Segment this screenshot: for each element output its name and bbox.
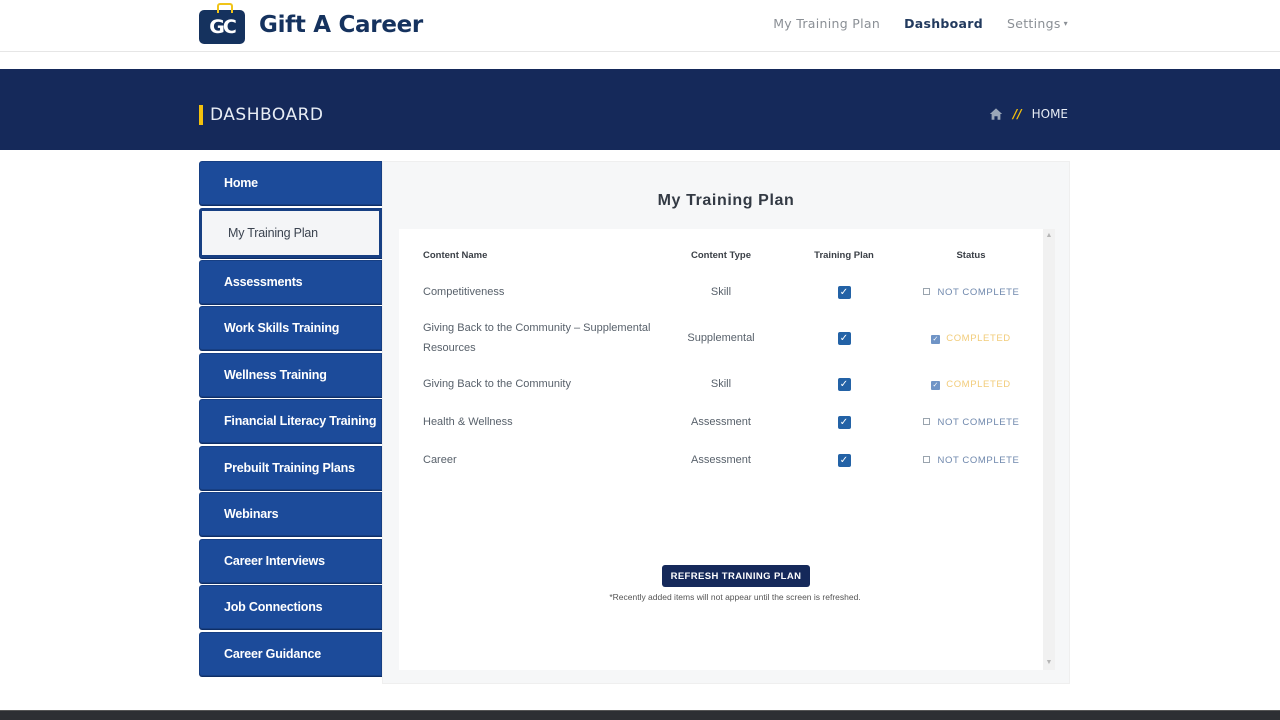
status-text: COMPLETED xyxy=(946,378,1011,390)
status-cell: NOT COMPLETE xyxy=(919,273,1023,311)
status-text: NOT COMPLETE xyxy=(937,454,1020,466)
content-name[interactable]: Giving Back to the Community xyxy=(423,365,673,403)
sidebar-item-wellness-training[interactable]: Wellness Training xyxy=(199,352,382,397)
table-row: Giving Back to the Community Skill ✓ ✓ CO… xyxy=(423,365,1023,403)
sidebar-item-assessments[interactable]: Assessments xyxy=(199,259,382,304)
main-nav: My Training Plan Dashboard Settings ▾ xyxy=(773,16,1068,31)
table-scrollbar[interactable]: ▲ ▼ xyxy=(1043,229,1055,670)
column-header-status[interactable]: Status xyxy=(919,237,1023,273)
training-plan-table: Content Name Content Type Training Plan … xyxy=(423,237,1023,479)
sidebar-item-my-training-plan[interactable]: My Training Plan xyxy=(199,207,382,258)
panel-title: My Training Plan xyxy=(657,192,795,209)
status-cell: NOT COMPLETE xyxy=(919,403,1023,441)
training-plan-checkbox[interactable]: ✓ xyxy=(837,415,851,429)
content-type: Assessment xyxy=(691,454,751,466)
training-plan-cell: ✓ xyxy=(769,273,919,311)
training-plan-cell: ✓ xyxy=(769,311,919,365)
sidebar-menu: Home My Training Plan Assessments Work S… xyxy=(199,161,382,678)
training-plan-checkbox[interactable]: ✓ xyxy=(837,285,851,299)
status-badge: NOT COMPLETE xyxy=(922,416,1020,428)
status-cell: ✓ COMPLETED xyxy=(919,311,1023,365)
brand-name: Gift A Career xyxy=(259,12,423,38)
status-cell: NOT COMPLETE xyxy=(919,441,1023,479)
sidebar-item-work-skills-training[interactable]: Work Skills Training xyxy=(199,306,382,350)
content-type: Supplemental xyxy=(687,332,755,344)
table-row: Health & Wellness Assessment ✓ NOT COMPL… xyxy=(423,403,1023,441)
sidebar-item-career-interviews[interactable]: Career Interviews xyxy=(199,538,382,583)
status-badge: ✓ COMPLETED xyxy=(931,333,1011,344)
unchecked-box-icon xyxy=(922,417,930,425)
sidebar-item-home[interactable]: Home xyxy=(199,161,382,205)
nav-settings[interactable]: Settings ▾ xyxy=(1007,16,1068,31)
table-header-row: Content Name Content Type Training Plan … xyxy=(423,237,1023,273)
training-plan-cell: ✓ xyxy=(769,365,919,403)
training-plan-cell: ✓ xyxy=(769,441,919,479)
sidebar-item-job-connections[interactable]: Job Connections xyxy=(199,585,382,629)
top-navbar: GC Gift A Career My Training Plan Dashbo… xyxy=(0,0,1280,52)
unchecked-box-icon xyxy=(922,287,930,295)
breadcrumb: // HOME xyxy=(989,107,1068,121)
status-cell: ✓ COMPLETED xyxy=(919,365,1023,403)
status-text: NOT COMPLETE xyxy=(937,416,1020,428)
nav-my-training-plan[interactable]: My Training Plan xyxy=(773,16,880,31)
nav-settings-label: Settings xyxy=(1007,16,1061,31)
table-row: Giving Back to the Community – Supplemen… xyxy=(423,311,1023,365)
content-type: Assessment xyxy=(691,416,751,428)
content-name[interactable]: Health & Wellness xyxy=(423,403,673,441)
status-badge: NOT COMPLETE xyxy=(922,286,1020,298)
page-title: DASHBOARD xyxy=(199,105,323,125)
column-header-content-type[interactable]: Content Type xyxy=(673,237,769,273)
content-name[interactable]: Giving Back to the Community – Supplemen… xyxy=(423,311,673,365)
content-name[interactable]: Career xyxy=(423,441,673,479)
status-text: NOT COMPLETE xyxy=(937,286,1020,298)
table-row: Competitiveness Skill ✓ NOT COMPLETE xyxy=(423,273,1023,311)
briefcase-logo-icon: GC xyxy=(199,3,245,44)
column-header-training-plan[interactable]: Training Plan xyxy=(769,237,919,273)
status-badge: ✓ COMPLETED xyxy=(931,379,1011,390)
refresh-training-plan-button[interactable]: REFRESH TRAINING PLAN xyxy=(662,565,810,587)
unchecked-box-icon xyxy=(922,455,930,463)
sidebar-item-webinars[interactable]: Webinars xyxy=(199,492,382,536)
training-plan-checkbox[interactable]: ✓ xyxy=(837,331,851,345)
refresh-note: *Recently added items will not appear un… xyxy=(609,592,861,602)
breadcrumb-home[interactable]: HOME xyxy=(1032,107,1068,121)
checked-box-icon: ✓ xyxy=(931,380,941,390)
breadcrumb-separator: // xyxy=(1012,107,1022,121)
scroll-down-arrow-icon[interactable]: ▼ xyxy=(1045,659,1053,667)
training-plan-panel: My Training Plan Content Name Content Ty… xyxy=(382,161,1070,684)
nav-dashboard[interactable]: Dashboard xyxy=(904,16,983,31)
scroll-up-arrow-icon[interactable]: ▲ xyxy=(1045,232,1053,240)
training-plan-checkbox[interactable]: ✓ xyxy=(837,377,851,391)
column-header-content-name[interactable]: Content Name xyxy=(423,237,673,273)
table-row: Career Assessment ✓ NOT COMPLETE xyxy=(423,441,1023,479)
sidebar-item-prebuilt-training-plans[interactable]: Prebuilt Training Plans xyxy=(199,445,382,490)
chevron-down-icon: ▾ xyxy=(1063,19,1068,28)
checked-box-icon: ✓ xyxy=(931,334,941,344)
page-header-banner: DASHBOARD // HOME xyxy=(0,69,1280,150)
sidebar-item-financial-literacy-training[interactable]: Financial Literacy Training xyxy=(199,399,382,443)
brand-logo[interactable]: GC Gift A Career xyxy=(199,3,423,45)
home-icon[interactable] xyxy=(989,107,1003,121)
training-plan-checkbox[interactable]: ✓ xyxy=(837,453,851,467)
sidebar-item-career-guidance[interactable]: Career Guidance xyxy=(199,631,382,676)
status-badge: NOT COMPLETE xyxy=(922,454,1020,466)
training-plan-cell: ✓ xyxy=(769,403,919,441)
training-plan-table-container: Content Name Content Type Training Plan … xyxy=(399,229,1043,670)
status-text: COMPLETED xyxy=(946,332,1011,344)
content-name[interactable]: Competitiveness xyxy=(423,273,673,311)
content-type: Skill xyxy=(710,286,732,298)
page-footer xyxy=(0,710,1280,720)
content-type: Skill xyxy=(710,378,732,390)
